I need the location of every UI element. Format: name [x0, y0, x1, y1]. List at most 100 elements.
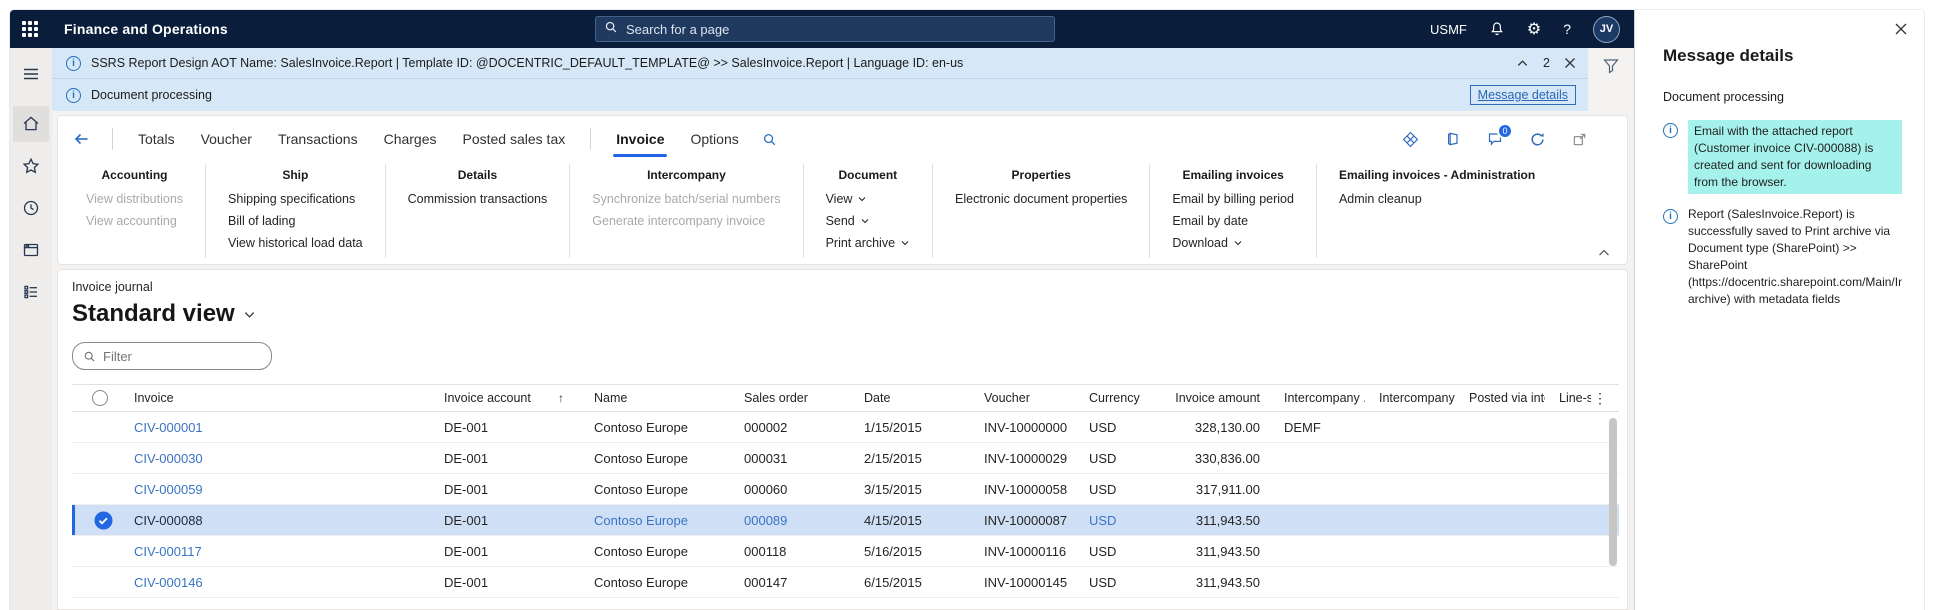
column-options-icon[interactable]: ⋮ — [1591, 390, 1607, 407]
ribbon-item-bill-of-lading[interactable]: Bill of lading — [228, 214, 363, 228]
invoice-link: CIV-000088 — [134, 512, 203, 528]
office-app-icon[interactable] — [1445, 131, 1461, 147]
sidebar-item-favorites-star-icon[interactable] — [13, 148, 49, 184]
tab-posted-sales-tax[interactable]: Posted sales tax — [450, 116, 579, 162]
hamburger-menu-icon[interactable] — [13, 56, 49, 92]
ribbon-item-admin-cleanup[interactable]: Admin cleanup — [1339, 192, 1535, 206]
ribbon-item-print-archive[interactable]: Print archive — [826, 236, 910, 250]
close-banner-icon[interactable] — [1564, 57, 1576, 69]
company-selector[interactable]: USMF — [1430, 22, 1467, 37]
voucher-cell: INV-10000145 — [984, 574, 1068, 590]
refresh-icon[interactable] — [1529, 131, 1546, 148]
avatar[interactable]: JV — [1593, 15, 1620, 43]
tab-voucher[interactable]: Voucher — [188, 116, 265, 162]
ribbon-item-view-historical-load-data[interactable]: View historical load data — [228, 236, 363, 250]
voucher-cell: INV-10000000 — [984, 419, 1068, 435]
ribbon-group-title: Emailing invoices — [1182, 168, 1284, 182]
collapse-banner-chevron-icon[interactable] — [1516, 57, 1529, 70]
sidebar-item-modules-icon[interactable] — [13, 274, 49, 310]
table-row[interactable]: CIV-000030 DE-001 Contoso Europe 000031 2/15… — [72, 443, 1619, 474]
tab-options[interactable]: Options — [677, 116, 751, 162]
sidebar-item-workspaces-icon[interactable] — [13, 232, 49, 268]
ribbon-item-shipping-specifications[interactable]: Shipping specifications — [228, 192, 363, 206]
table-row[interactable]: CIV-000146 DE-001 Contoso Europe 000147 6/15… — [72, 567, 1619, 598]
sidebar-item-recent-clock-icon[interactable] — [13, 190, 49, 226]
back-arrow-icon[interactable] — [72, 130, 90, 148]
currency-cell: USD — [1089, 481, 1117, 497]
ribbon-item-email-by-billing-period[interactable]: Email by billing period — [1172, 192, 1294, 206]
view-selector[interactable]: Standard view — [72, 294, 256, 334]
filter-input[interactable] — [103, 348, 261, 364]
grid-filter[interactable] — [72, 342, 272, 370]
close-panel-icon[interactable] — [1894, 22, 1908, 36]
invoice-journal-section: Invoice journal Standard view Filter Inv… — [57, 269, 1628, 610]
column-header-intercompany-[interactable]: Intercompany ... — [1270, 391, 1365, 405]
name-cell: Contoso Europe — [594, 512, 688, 528]
app-launcher-icon[interactable] — [10, 10, 50, 48]
table-row[interactable]: CIV-000001 DE-001 Contoso Europe 000002 1/15… — [72, 412, 1619, 443]
sales-order-cell: 000002 — [744, 419, 788, 435]
intercompany-cell: DEMF — [1284, 419, 1321, 435]
ribbon-item-view[interactable]: View — [826, 192, 910, 206]
ribbon-group-title: Properties — [1011, 168, 1071, 182]
top-navigation-bar: Finance and Operations USMF ⚙ ? JV — [10, 10, 1634, 48]
date-cell: 4/15/2015 — [864, 512, 922, 528]
vertical-scrollbar[interactable] — [1609, 418, 1617, 566]
global-search[interactable] — [595, 16, 1055, 42]
currency-cell: USD — [1089, 574, 1117, 590]
ribbon-item-download[interactable]: Download — [1172, 236, 1294, 250]
invoice-link: CIV-000030 — [134, 450, 203, 466]
column-header-name[interactable]: Name — [580, 391, 730, 405]
invoice-link: CIV-000059 — [134, 481, 203, 497]
ribbon-item-send[interactable]: Send — [826, 214, 910, 228]
row-selected-check-icon[interactable] — [94, 511, 113, 530]
settings-gear-icon[interactable]: ⚙ — [1527, 21, 1541, 37]
app-window: Finance and Operations USMF ⚙ ? JV — [10, 10, 1924, 610]
column-header-voucher[interactable]: Voucher — [970, 391, 1075, 405]
info-banner-ssrs: i SSRS Report Design AOT Name: SalesInvo… — [52, 48, 1588, 79]
search-input[interactable] — [626, 21, 1046, 37]
intercompany-cell — [1270, 567, 1365, 597]
table-row[interactable]: CIV-000117 DE-001 Contoso Europe 000118 5/16… — [72, 536, 1619, 567]
column-header-currency[interactable]: Currency — [1075, 391, 1155, 405]
column-header-line-specific-[interactable]: Line-specific ... — [1545, 391, 1591, 405]
date-cell: 5/16/2015 — [864, 543, 922, 559]
tab-charges[interactable]: Charges — [371, 116, 450, 162]
column-header-invoice[interactable]: Invoice — [120, 391, 430, 405]
filter-funnel-icon[interactable] — [1602, 57, 1620, 111]
ribbon-item-commission-transactions[interactable]: Commission transactions — [408, 192, 548, 206]
tab-totals[interactable]: Totals — [125, 116, 188, 162]
column-header-invoice-account[interactable]: Invoice account ↑ — [430, 391, 580, 405]
ribbon-group-title: Intercompany — [647, 168, 726, 182]
message-details-link[interactable]: Message details — [1469, 85, 1576, 105]
tab-transactions[interactable]: Transactions — [265, 116, 371, 162]
column-header-posted-via-inte-[interactable]: Posted via inte... — [1455, 391, 1545, 405]
actions-search-icon[interactable] — [762, 132, 777, 147]
name-cell: Contoso Europe — [594, 419, 688, 435]
sidebar-item-home[interactable] — [13, 106, 49, 142]
table-row[interactable]: CIV-000088 DE-001 Contoso Europe 000089 4/15… — [72, 505, 1619, 536]
message-center-icon[interactable]: 0 — [1487, 123, 1513, 147]
notifications-bell-icon[interactable] — [1489, 21, 1505, 37]
ribbon-group-properties: Properties Electronic document properties — [933, 164, 1151, 258]
search-icon — [83, 350, 96, 363]
column-header-date[interactable]: Date — [850, 391, 970, 405]
open-in-new-window-icon[interactable] — [1572, 132, 1587, 147]
column-header-intercompany-[interactable]: Intercompany ... — [1365, 391, 1455, 405]
tab-invoice[interactable]: Invoice — [603, 116, 677, 162]
ribbon-item-electronic-document-properties[interactable]: Electronic document properties — [955, 192, 1127, 206]
ribbon-group-accounting: Accounting View distributions View account… — [64, 164, 207, 258]
power-apps-icon[interactable] — [1402, 131, 1419, 148]
collapse-action-pane-chevron-icon[interactable] — [1597, 246, 1611, 260]
help-icon[interactable]: ? — [1563, 21, 1571, 37]
ribbon-item-email-by-date[interactable]: Email by date — [1172, 214, 1294, 228]
message-item: i Report (SalesInvoice.Report) is success… — [1663, 206, 1902, 308]
ribbon-group-emailing-invoices-administration: Emailing invoices - Administration Admin … — [1317, 164, 1557, 258]
select-all-checkbox[interactable] — [92, 390, 108, 406]
name-cell: Contoso Europe — [594, 543, 688, 559]
column-header-sales-order[interactable]: Sales order — [730, 391, 850, 405]
action-pane: Totals Voucher Transactions Charges Posted s… — [57, 115, 1628, 265]
info-banner-document-processing: i Document processing Message details — [52, 79, 1588, 111]
column-header-invoice-amount[interactable]: Invoice amount — [1155, 391, 1270, 405]
table-row[interactable]: CIV-000059 DE-001 Contoso Europe 000060 3/15… — [72, 474, 1619, 505]
